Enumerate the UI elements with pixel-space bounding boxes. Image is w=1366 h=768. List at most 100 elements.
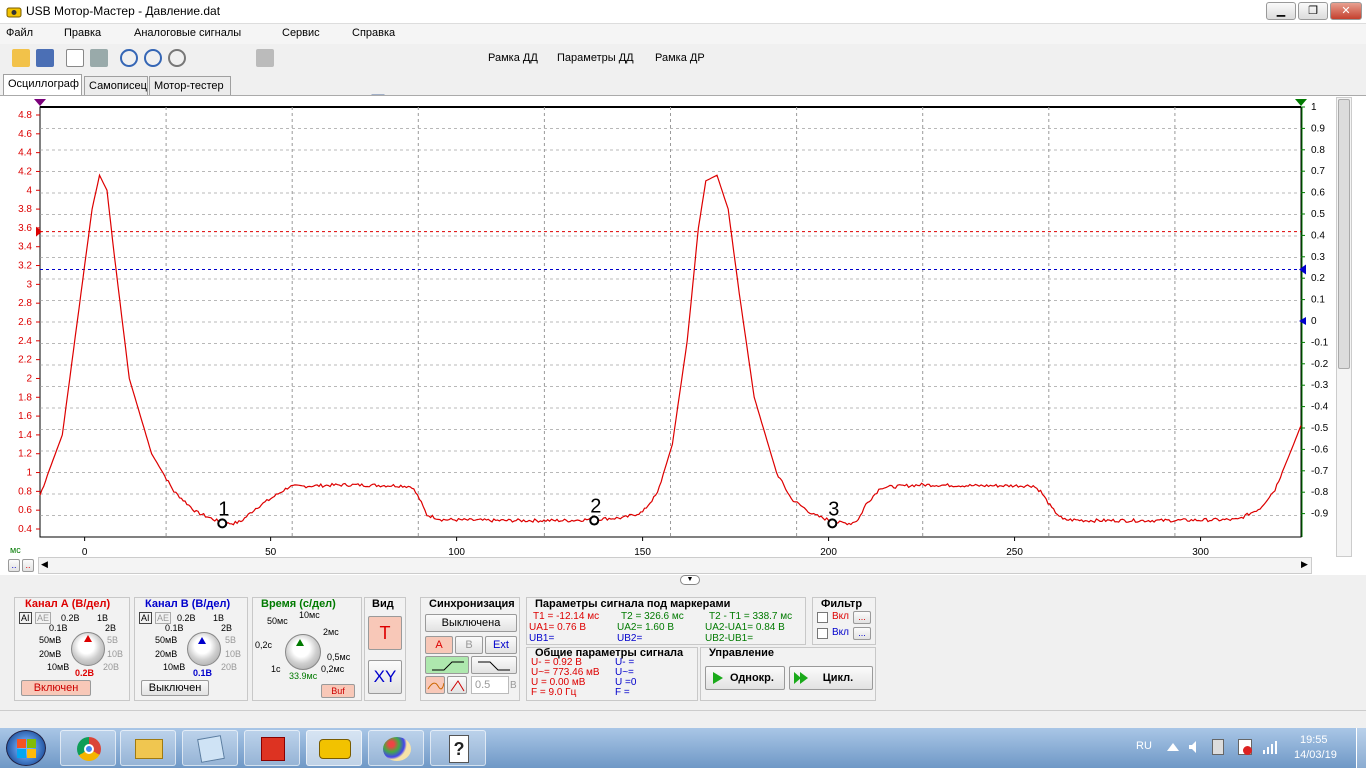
channel-a-ai-button[interactable]: AI bbox=[19, 612, 32, 624]
zoom-fit-icon[interactable] bbox=[168, 49, 186, 67]
channel-b-knob[interactable] bbox=[187, 632, 221, 666]
marker-ub1: UB1= bbox=[529, 633, 555, 644]
sync-ext-button[interactable]: Ext bbox=[485, 636, 517, 654]
filter-b-settings-button[interactable]: ... bbox=[853, 627, 871, 640]
scroll-left-icon[interactable]: ◀ bbox=[41, 559, 48, 570]
channel-b-marker-toggle[interactable]: .. bbox=[8, 559, 20, 572]
filter-b-label: Вкл bbox=[832, 627, 849, 638]
right-axis-label: -0.7 bbox=[1311, 466, 1329, 477]
channel-a-enabled-button[interactable]: Включен bbox=[21, 680, 91, 696]
taskbar-motor-master[interactable] bbox=[306, 730, 362, 766]
marker-ua1: UA1= 0.76 В bbox=[529, 622, 586, 633]
frame-dd-button[interactable]: Рамка ДД bbox=[488, 52, 538, 64]
range-label: 0.1В bbox=[49, 623, 68, 633]
marker-point[interactable] bbox=[589, 515, 600, 526]
sync-single-icon[interactable] bbox=[447, 676, 467, 694]
taskbar-help[interactable]: ? bbox=[430, 730, 486, 766]
rising-edge-icon[interactable] bbox=[425, 656, 469, 674]
zoom-in-icon[interactable] bbox=[120, 49, 138, 67]
marker-dub: UB2-UB1= bbox=[705, 633, 754, 644]
network-error-icon[interactable] bbox=[1238, 739, 1252, 755]
open-folder-icon[interactable] bbox=[12, 49, 30, 67]
volume-icon[interactable] bbox=[1188, 740, 1202, 754]
range-label: 1В bbox=[213, 613, 225, 623]
close-button[interactable]: ✕ bbox=[1330, 2, 1362, 20]
cycle-run-button[interactable]: Цикл. bbox=[789, 666, 873, 690]
taskbar-notes[interactable] bbox=[182, 730, 238, 766]
taskbar-explorer[interactable] bbox=[120, 730, 176, 766]
tab-motor-tester[interactable]: Мотор-тестер bbox=[149, 76, 231, 95]
sync-level-input[interactable]: 0.5 bbox=[471, 676, 509, 694]
sync-level-unit: В bbox=[510, 680, 517, 691]
tray-arrow-icon[interactable] bbox=[1166, 740, 1180, 754]
menu-service[interactable]: Сервис bbox=[282, 27, 320, 39]
range-label: 0,2с bbox=[255, 640, 273, 650]
show-desktop-button[interactable] bbox=[1356, 728, 1366, 768]
channel-a-marker-toggle[interactable]: .. bbox=[22, 559, 34, 572]
sync-mode-button[interactable]: Выключена bbox=[425, 614, 517, 632]
menu-edit[interactable]: Правка bbox=[64, 27, 101, 39]
range-label: 10В bbox=[225, 649, 242, 659]
channel-b-disabled-button[interactable]: Выключен bbox=[141, 680, 209, 696]
right-cursor-marker[interactable] bbox=[1295, 99, 1307, 106]
menu-file[interactable]: Файл bbox=[6, 27, 33, 39]
collapse-panel-icon[interactable]: ▼ bbox=[680, 575, 700, 585]
left-axis-label: 3.4 bbox=[18, 242, 32, 253]
channel-b-title: Канал В (В/дел) bbox=[145, 598, 231, 610]
frame-dr-button[interactable]: Рамка ДР bbox=[655, 52, 705, 64]
time-knob[interactable] bbox=[285, 634, 321, 670]
menu-bar: Файл Правка Аналоговые сигналы Сервис Сп… bbox=[0, 24, 1366, 44]
left-axis-label: 3.8 bbox=[18, 204, 32, 215]
filter-a-settings-button[interactable]: ... bbox=[853, 611, 871, 624]
oscilloscope-plot[interactable]: 4.8 4.6 4.4 4.2 4 3.8 3.6 3.4 3.2 3 2.8 2.6 2.4 2.2 2 1… bbox=[0, 95, 1366, 575]
marker-t1: T1 = -12.14 мс bbox=[533, 611, 600, 622]
menu-analog-signals[interactable]: Аналоговые сигналы bbox=[134, 27, 241, 39]
start-button[interactable] bbox=[6, 730, 46, 766]
marker-dt: T2 - T1 = 338.7 мс bbox=[709, 611, 793, 622]
view-time-button[interactable]: T bbox=[368, 616, 402, 650]
vertical-scroll-thumb[interactable] bbox=[1338, 99, 1350, 369]
menu-help[interactable]: Справка bbox=[352, 27, 395, 39]
zoom-out-icon[interactable] bbox=[144, 49, 162, 67]
filter-panel: Фильтр Вкл ... Вкл ... bbox=[812, 597, 876, 645]
filter-b-checkbox[interactable] bbox=[817, 628, 828, 639]
signal-icon[interactable] bbox=[1262, 740, 1278, 754]
taskbar-paint[interactable] bbox=[368, 730, 424, 766]
channel-b-ai-button[interactable]: AI bbox=[139, 612, 152, 624]
preview-icon[interactable] bbox=[66, 49, 84, 67]
restore-button[interactable]: ❐ bbox=[1298, 2, 1328, 20]
horizontal-scrollbar[interactable]: ◀ ▶ bbox=[38, 557, 1312, 574]
marker-point[interactable] bbox=[217, 518, 228, 529]
range-label: 5В bbox=[107, 635, 119, 645]
taskbar-chrome[interactable] bbox=[60, 730, 116, 766]
paint-icon bbox=[383, 737, 411, 761]
tab-recorder[interactable]: Самописец bbox=[84, 76, 148, 95]
taskbar-pdf[interactable] bbox=[244, 730, 300, 766]
buffer-button[interactable]: Buf bbox=[321, 684, 355, 698]
minimize-button[interactable]: ▁ bbox=[1266, 2, 1296, 20]
single-run-button[interactable]: Однокр. bbox=[705, 666, 785, 690]
save-icon[interactable] bbox=[36, 49, 54, 67]
language-indicator[interactable]: RU bbox=[1136, 740, 1152, 752]
clock-date[interactable]: 14/03/19 bbox=[1294, 749, 1337, 761]
sync-a-button[interactable]: A bbox=[425, 636, 453, 654]
falling-edge-icon[interactable] bbox=[471, 656, 517, 674]
range-label: 10В bbox=[107, 649, 124, 659]
vertical-scrollbar[interactable] bbox=[1336, 97, 1352, 557]
filter-a-checkbox[interactable] bbox=[817, 612, 828, 623]
tab-oscilloscope[interactable]: Осциллограф bbox=[3, 74, 82, 95]
print-icon[interactable] bbox=[90, 49, 108, 67]
params-dd-button[interactable]: Параметры ДД bbox=[557, 52, 634, 64]
view-xy-button[interactable]: XY bbox=[368, 660, 402, 694]
right-axis-label: -0.2 bbox=[1311, 359, 1329, 370]
device-icon[interactable] bbox=[1212, 739, 1224, 755]
marker-point[interactable] bbox=[827, 518, 838, 529]
channel-a-knob[interactable] bbox=[71, 632, 105, 666]
sync-b-button[interactable]: B bbox=[455, 636, 483, 654]
range-label: 0.2В bbox=[177, 613, 196, 623]
stop-icon[interactable] bbox=[256, 49, 274, 67]
left-cursor-marker[interactable] bbox=[34, 99, 46, 106]
clock-time[interactable]: 19:55 bbox=[1300, 734, 1328, 746]
sync-auto-icon[interactable] bbox=[425, 676, 445, 694]
scroll-right-icon[interactable]: ▶ bbox=[1301, 559, 1308, 570]
